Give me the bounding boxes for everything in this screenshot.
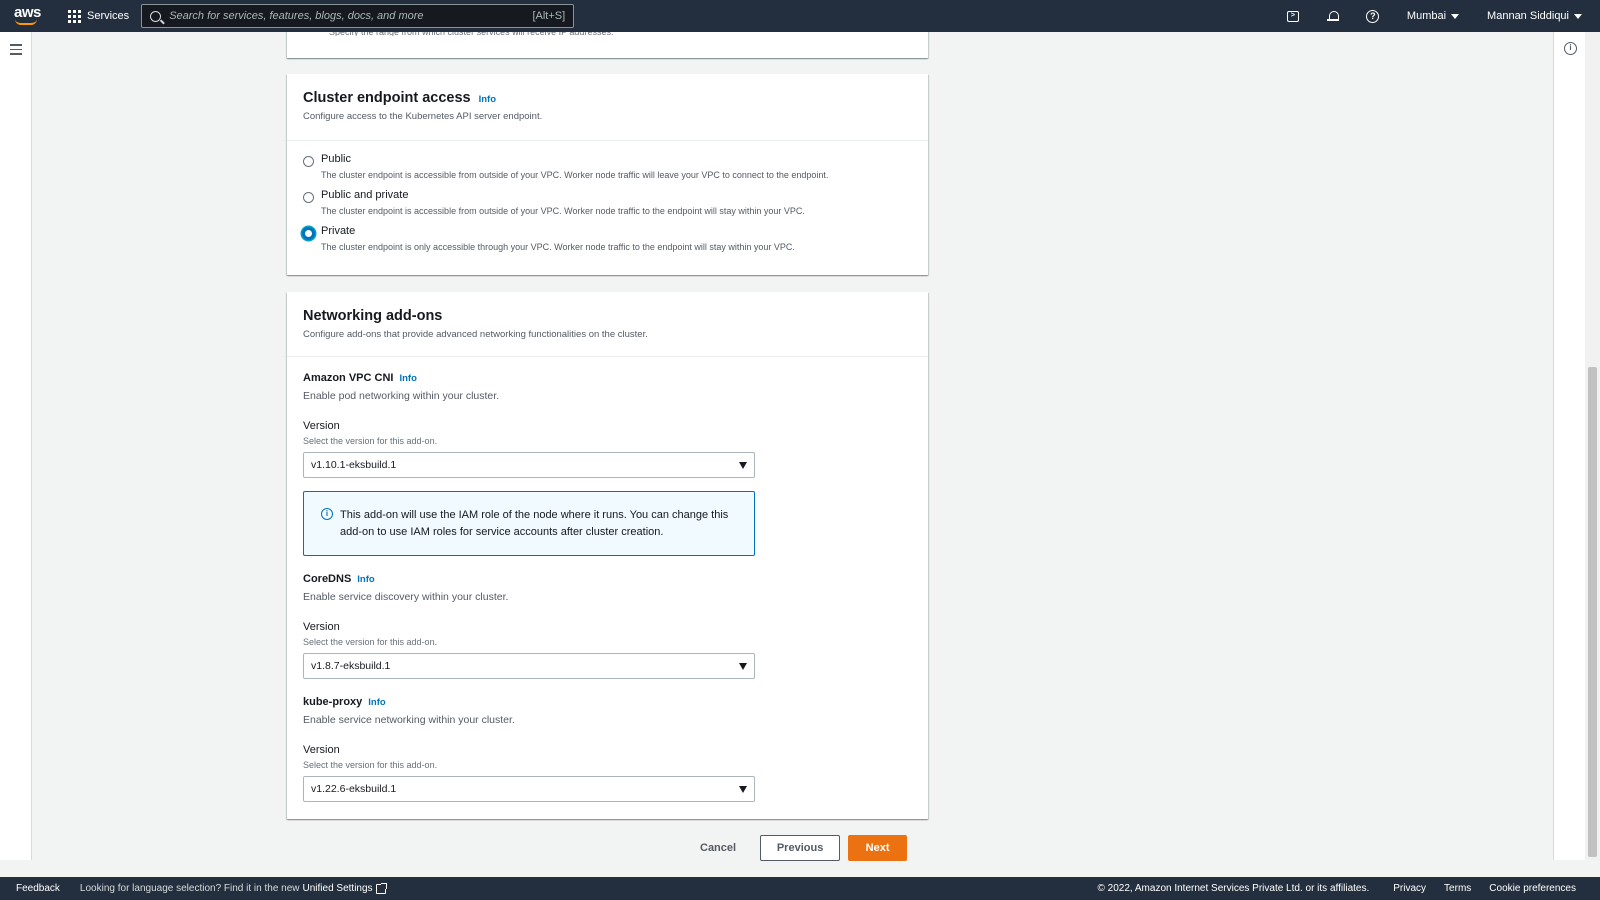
services-menu-button[interactable]: Services [68,9,130,23]
right-tools-rail: i [1553,32,1585,860]
copyright-text: © 2022, Amazon Internet Services Private… [1097,883,1370,894]
caret-down-icon [1574,13,1582,19]
external-link-icon [375,882,387,894]
caret-down-icon [739,662,747,670]
addon-description: Enable pod networking within your cluste… [303,390,500,402]
top-navigation: aws Services Search for services, featur… [0,0,1600,32]
search-input[interactable]: Search for services, features, blogs, do… [141,4,575,28]
info-icon: i [321,508,333,520]
version-label: Version [303,420,340,432]
page-scrollbar[interactable] [1585,32,1600,860]
section-title: Cluster endpoint access [303,90,471,106]
help-icon: ? [1366,9,1380,23]
section-description: Configure access to the Kubernetes API s… [303,111,543,122]
container-header: Networking add-ons Configure add-ons tha… [287,292,928,357]
vpc-cni-title: Amazon VPC CNI Info [303,372,417,384]
version-label: Version [303,744,340,756]
next-button[interactable]: Next [848,835,908,861]
iam-role-notice: i This add-on will use the IAM role of t… [303,491,755,556]
info-link[interactable]: Info [399,373,416,384]
radio-description: The cluster endpoint is accessible from … [321,170,829,180]
info-link[interactable]: Info [479,94,496,105]
wizard-actions: Cancel Previous Next [700,835,908,861]
cloudshell-button[interactable]: > [1273,10,1313,22]
networking-addons-container: Networking add-ons Configure add-ons tha… [287,292,928,819]
radio-option-private[interactable]: Private The cluster endpoint is only acc… [302,225,795,252]
info-link[interactable]: Info [368,697,385,708]
previous-section-container: Specify the range from which cluster ser… [287,28,928,58]
console-footer: Feedback Looking for language selection?… [0,877,1600,900]
addon-name: CoreDNS [303,573,352,585]
version-description: Select the version for this add-on. [303,760,438,770]
coredns-version-select[interactable]: v1.8.7-eksbuild.1 [303,653,755,679]
addon-name: Amazon VPC CNI [303,372,394,384]
left-navigation-rail [0,32,32,860]
version-label: Version [303,621,340,633]
coredns-title: CoreDNS Info [303,573,375,585]
help-button[interactable]: ? [1353,9,1393,23]
version-description: Select the version for this add-on. [303,637,438,647]
radio-button[interactable] [303,156,314,167]
kube-proxy-title: kube-proxy Info [303,696,386,708]
radio-label[interactable]: Public [321,153,828,165]
section-description: Configure add-ons that provide advanced … [303,329,648,340]
addon-description: Enable service discovery within your clu… [303,591,509,603]
user-name: Mannan Siddiqui [1487,10,1569,22]
radio-description: The cluster endpoint is accessible from … [321,206,805,216]
radio-description: The cluster endpoint is only accessible … [321,242,795,252]
caret-down-icon [739,461,747,469]
search-placeholder: Search for services, features, blogs, do… [169,10,424,22]
unified-settings-label: Unified Settings [302,883,373,894]
container-header: Cluster endpoint access Info Configure a… [287,74,928,141]
unified-settings-link[interactable]: Unified Settings [302,882,387,894]
radio-label[interactable]: Private [321,225,795,237]
cancel-button[interactable]: Cancel [700,842,736,854]
version-description: Select the version for this add-on. [303,436,438,446]
terms-link[interactable]: Terms [1444,883,1471,894]
previous-button[interactable]: Previous [760,835,841,861]
caret-down-icon [739,785,747,793]
selected-value: v1.10.1-eksbuild.1 [311,459,397,471]
addon-description: Enable service networking within your cl… [303,714,515,726]
search-shortcut: [Alt+S] [532,10,566,22]
cloudshell-icon: > [1286,10,1299,22]
radio-option-public[interactable]: Public The cluster endpoint is accessibl… [303,153,828,180]
info-link[interactable]: Info [357,574,374,585]
radio-button-selected[interactable] [302,227,315,240]
selected-value: v1.8.7-eksbuild.1 [311,660,391,672]
cookie-preferences-link[interactable]: Cookie preferences [1489,883,1576,894]
radio-label[interactable]: Public and private [321,189,805,201]
notifications-button[interactable] [1313,10,1353,22]
privacy-link[interactable]: Privacy [1393,883,1426,894]
addon-name: kube-proxy [303,696,363,708]
region-selector[interactable]: Mumbai [1393,10,1473,22]
menu-icon[interactable] [10,44,22,55]
search-icon [150,10,162,22]
language-notice: Looking for language selection? Find it … [79,883,300,894]
caret-down-icon [1451,13,1460,19]
scrollbar-thumb[interactable] [1588,367,1597,857]
aws-logo[interactable]: aws [12,0,56,32]
cluster-endpoint-access-container: Cluster endpoint access Info Configure a… [287,74,928,275]
radio-button[interactable] [303,192,314,203]
kube-proxy-version-select[interactable]: v1.22.6-eksbuild.1 [303,776,755,802]
notice-text: This add-on will use the IAM role of the… [340,509,729,538]
selected-value: v1.22.6-eksbuild.1 [311,783,397,795]
info-icon[interactable]: i [1564,42,1577,55]
feedback-link[interactable]: Feedback [16,883,60,894]
account-menu[interactable]: Mannan Siddiqui [1473,10,1582,22]
services-label: Services [87,10,130,22]
vpc-cni-version-select[interactable]: v1.10.1-eksbuild.1 [303,452,755,478]
bell-icon [1326,10,1339,22]
section-title: Networking add-ons [303,308,443,324]
region-label: Mumbai [1406,10,1447,22]
radio-option-public-and-private[interactable]: Public and private The cluster endpoint … [303,189,805,216]
grid-icon [68,9,81,23]
